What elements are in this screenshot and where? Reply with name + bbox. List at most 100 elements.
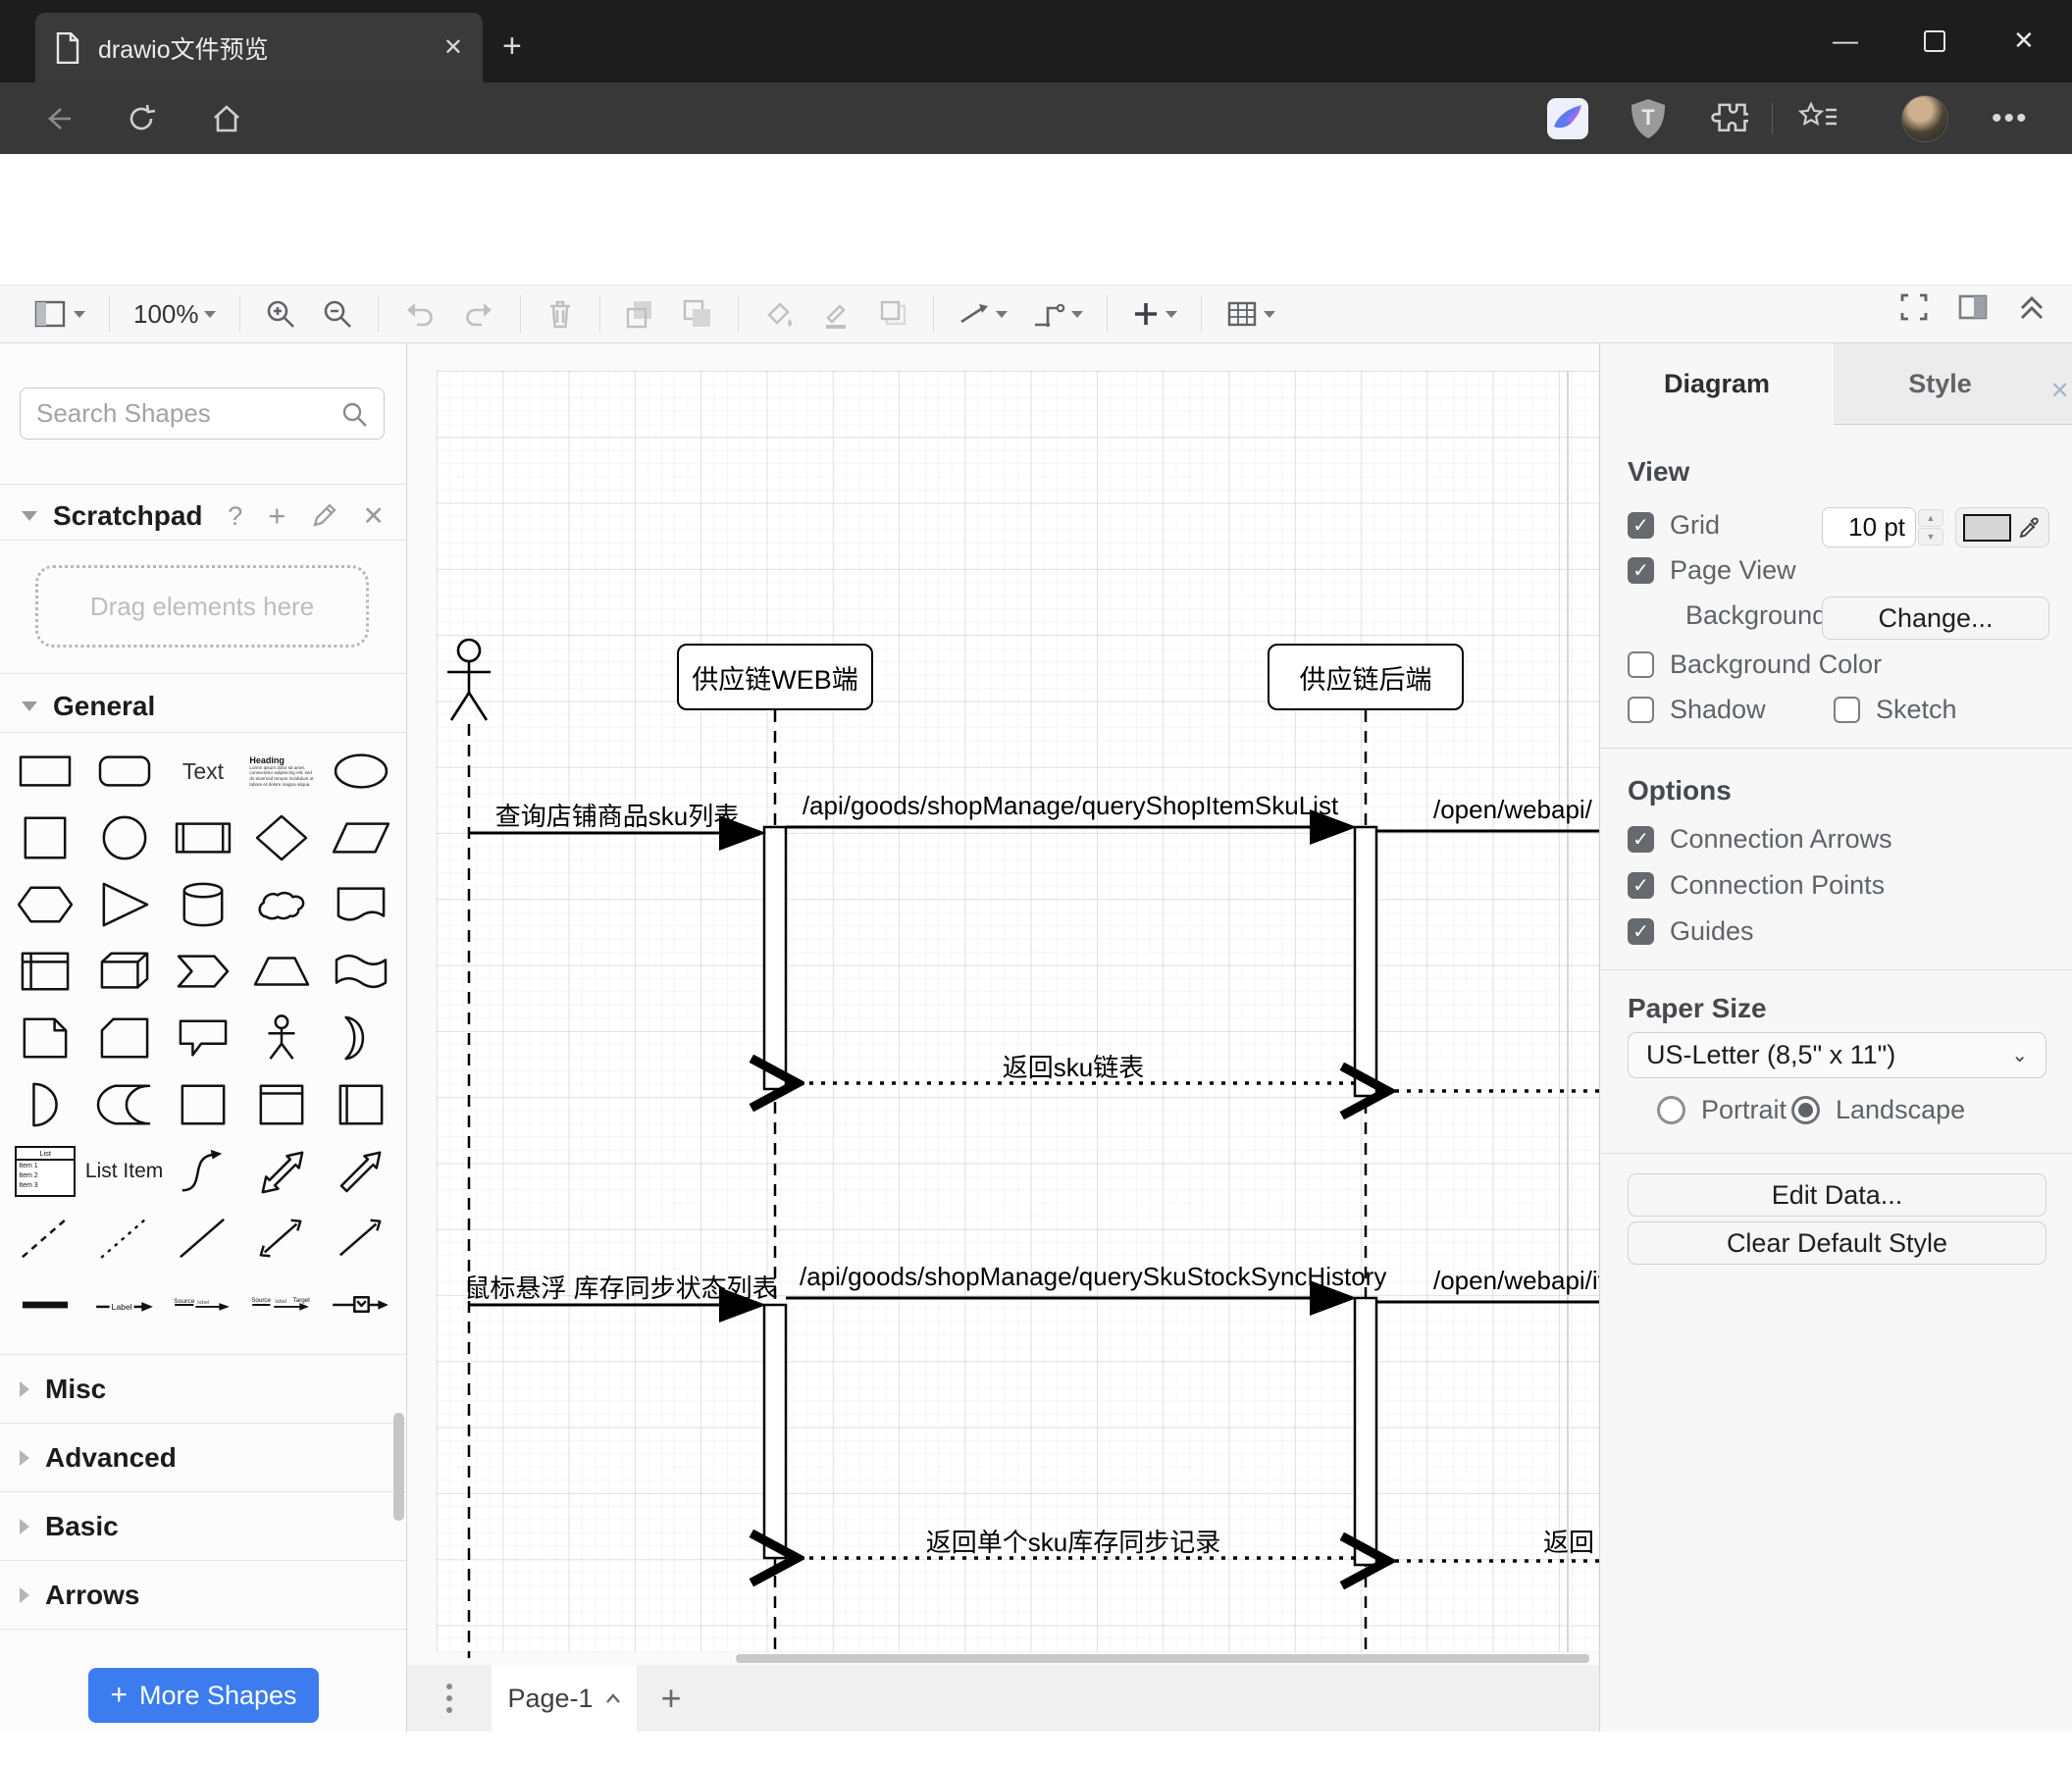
shape-container[interactable] xyxy=(164,1071,242,1138)
message-label[interactable]: 返回sku链表 xyxy=(877,1048,1269,1084)
shape-cube[interactable] xyxy=(84,938,163,1005)
scratchpad-help-icon[interactable]: ? xyxy=(228,501,242,532)
shape-vertical-container[interactable] xyxy=(322,1071,400,1138)
section-basic[interactable]: Basic xyxy=(0,1493,406,1560)
checkbox-unchecked-icon[interactable] xyxy=(1834,697,1860,723)
shape-data-storage[interactable] xyxy=(84,1071,163,1138)
window-maximize-button[interactable] xyxy=(1924,30,1945,52)
browser-tab[interactable]: drawio文件预览 ✕ xyxy=(35,13,483,82)
lifeline-web[interactable]: 供应链WEB端 xyxy=(677,644,873,710)
browser-menu-icon[interactable]: ••• xyxy=(1992,102,2029,135)
diagram-canvas[interactable]: 供应链WEB端 供应链后端 查询店铺商品sku列表 /api/goods/sho… xyxy=(407,343,1599,1665)
collapse-toolbar-icon[interactable] xyxy=(2015,290,2048,324)
profile-avatar[interactable] xyxy=(1901,94,1948,142)
insert-button[interactable] xyxy=(1131,299,1177,329)
landscape-radio-row[interactable]: Landscape xyxy=(1791,1095,1965,1125)
sketch-checkbox-row[interactable]: Sketch xyxy=(1834,695,1957,725)
grid-color-button[interactable] xyxy=(1955,507,2049,547)
shape-bidirectional-connector[interactable] xyxy=(242,1205,321,1272)
checkbox-checked-icon[interactable]: ✓ xyxy=(1628,872,1654,899)
view-selector-button[interactable] xyxy=(33,298,85,330)
panel-close-icon[interactable]: ✕ xyxy=(2046,343,2072,425)
scratchpad-add-icon[interactable]: + xyxy=(268,498,285,534)
connection-style-button[interactable] xyxy=(958,300,1008,328)
shape-link[interactable] xyxy=(6,1272,84,1338)
fill-color-icon[interactable] xyxy=(762,297,796,331)
to-back-icon[interactable] xyxy=(681,297,714,331)
portrait-radio-row[interactable]: Portrait xyxy=(1657,1095,1787,1125)
shape-arrow-source-target[interactable]: Source label Target xyxy=(242,1272,321,1338)
message-label[interactable]: /api/goods/shopManage/querySkuStockSyncH… xyxy=(800,1262,1386,1292)
shape-actor[interactable] xyxy=(242,1005,321,1071)
sequence-diagram[interactable] xyxy=(407,343,1599,1665)
waypoint-style-button[interactable] xyxy=(1031,299,1083,329)
section-general[interactable]: General xyxy=(0,681,406,732)
redo-icon[interactable] xyxy=(461,298,496,330)
message-label[interactable]: 查询店铺商品sku列表 xyxy=(470,797,764,833)
connection-arrows-checkbox-row[interactable]: ✓ Connection Arrows xyxy=(1628,824,1892,855)
tab-style[interactable]: Style xyxy=(1834,343,2046,425)
shape-arrow-source[interactable]: Source label xyxy=(164,1272,242,1338)
shape-callout[interactable] xyxy=(164,1005,242,1071)
message-label[interactable]: 返回 xyxy=(1543,1523,1594,1559)
section-misc[interactable]: Misc xyxy=(0,1356,406,1423)
shape-triangle[interactable] xyxy=(84,871,163,938)
shape-cylinder[interactable] xyxy=(164,871,242,938)
shape-document[interactable] xyxy=(322,871,400,938)
background-change-button[interactable]: Change... xyxy=(1822,597,2049,640)
new-tab-button[interactable]: + xyxy=(502,27,522,66)
checkbox-unchecked-icon[interactable] xyxy=(1628,651,1654,678)
window-close-button[interactable]: ✕ xyxy=(2013,26,2035,56)
section-advanced[interactable]: Advanced xyxy=(0,1425,406,1491)
undo-icon[interactable] xyxy=(402,298,438,330)
shape-square[interactable] xyxy=(6,805,84,871)
shape-step[interactable] xyxy=(164,938,242,1005)
background-color-checkbox-row[interactable]: Background Color xyxy=(1628,649,1882,680)
shape-arrow-box[interactable] xyxy=(322,1272,400,1338)
tab-close-icon[interactable]: ✕ xyxy=(443,33,463,62)
connection-points-checkbox-row[interactable]: ✓ Connection Points xyxy=(1628,870,1885,901)
scratchpad-close-icon[interactable]: ✕ xyxy=(362,501,385,532)
more-shapes-button[interactable]: + More Shapes xyxy=(88,1668,319,1723)
clear-default-style-button[interactable]: Clear Default Style xyxy=(1628,1221,2046,1265)
scratchpad-edit-icon[interactable] xyxy=(311,503,337,529)
shape-text[interactable]: Text xyxy=(164,738,242,805)
shape-bidirectional-arrow[interactable] xyxy=(242,1138,321,1205)
shape-line[interactable] xyxy=(164,1205,242,1272)
extensions-puzzle-icon[interactable] xyxy=(1709,99,1748,138)
scratchpad-dropzone[interactable]: Drag elements here xyxy=(35,565,369,648)
extension-bird-icon[interactable] xyxy=(1546,97,1589,140)
shape-internal-storage[interactable] xyxy=(6,938,84,1005)
refresh-icon[interactable] xyxy=(126,102,159,135)
zoom-out-icon[interactable] xyxy=(321,297,354,331)
shape-trapezoid[interactable] xyxy=(242,938,321,1005)
shape-dashed-line[interactable] xyxy=(6,1205,84,1272)
paper-size-select[interactable]: US-Letter (8,5" x 11") ⌄ xyxy=(1628,1032,2046,1078)
shape-rounded-rectangle[interactable] xyxy=(84,738,163,805)
add-page-button[interactable]: + xyxy=(637,1665,705,1732)
message-label[interactable]: 返回单个sku库存同步记录 xyxy=(877,1523,1269,1559)
tab-diagram[interactable]: Diagram xyxy=(1600,343,1834,425)
shape-list-item[interactable]: List Item xyxy=(84,1138,163,1205)
shadow-icon[interactable] xyxy=(876,297,909,331)
section-arrows[interactable]: Arrows xyxy=(0,1562,406,1629)
page-view-checkbox-row[interactable]: ✓ Page View xyxy=(1628,555,1796,586)
shape-card[interactable] xyxy=(84,1005,163,1071)
shape-hexagon[interactable] xyxy=(6,871,84,938)
extension-shield-icon[interactable]: T xyxy=(1629,97,1668,140)
radio-selected-icon[interactable] xyxy=(1791,1096,1820,1124)
shape-ellipse[interactable] xyxy=(322,738,400,805)
table-button[interactable] xyxy=(1225,299,1275,329)
back-icon[interactable] xyxy=(41,102,75,135)
line-color-icon[interactable] xyxy=(819,297,853,331)
to-front-icon[interactable] xyxy=(624,297,657,331)
message-label[interactable]: /api/goods/shopManage/queryShopItemSkuLi… xyxy=(800,791,1341,821)
shape-cloud[interactable] xyxy=(242,871,321,938)
grid-checkbox-row[interactable]: ✓ Grid xyxy=(1628,510,1720,541)
shape-directional-connector[interactable] xyxy=(322,1205,400,1272)
home-icon[interactable] xyxy=(210,102,243,135)
checkbox-checked-icon[interactable]: ✓ xyxy=(1628,512,1654,539)
shape-rectangle[interactable] xyxy=(6,738,84,805)
shape-dotted-line[interactable] xyxy=(84,1205,163,1272)
shadow-checkbox-row[interactable]: Shadow xyxy=(1628,695,1766,725)
